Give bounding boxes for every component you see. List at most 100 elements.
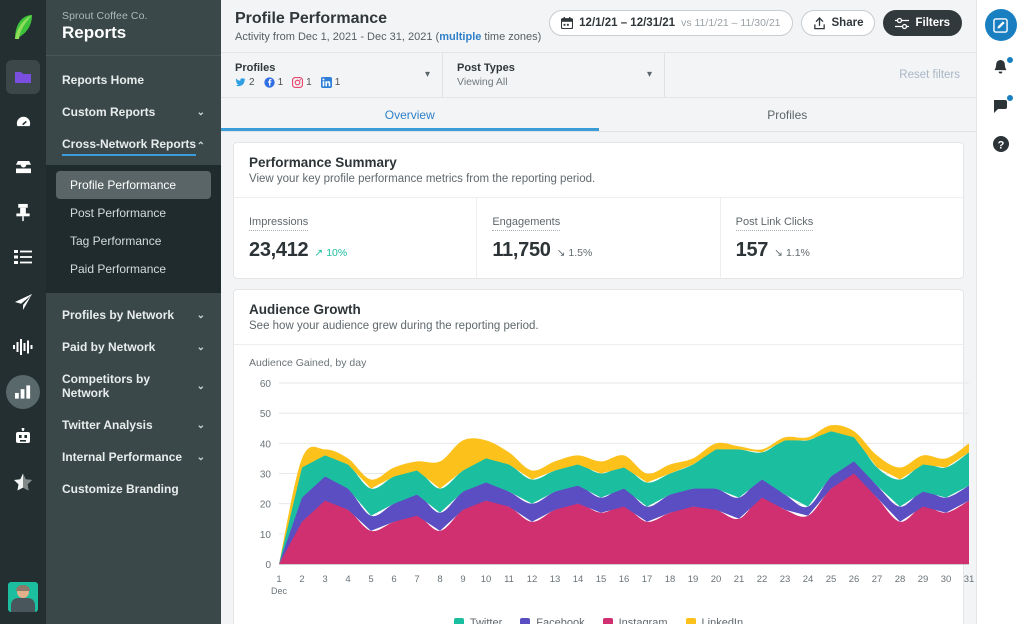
sidebar-item-paid-performance[interactable]: Paid Performance <box>56 255 211 283</box>
rail-item-dashboard[interactable] <box>6 105 40 139</box>
svg-text:40: 40 <box>260 439 272 450</box>
chevron-down-icon: ▾ <box>646 69 652 80</box>
svg-text:29: 29 <box>918 574 929 585</box>
filters-button[interactable]: Filters <box>883 10 962 36</box>
svg-text:8: 8 <box>437 574 442 585</box>
help-button[interactable]: ? <box>990 133 1012 155</box>
rail-item-publishing[interactable] <box>6 195 40 229</box>
sidebar-item-competitors-by-network[interactable]: Competitors by Network ⌄ <box>46 363 221 409</box>
tab-overview[interactable]: Overview <box>221 98 599 131</box>
instagram-icon <box>292 77 304 88</box>
report-scroll-area[interactable]: Performance Summary View your key profil… <box>221 132 976 624</box>
sidebar-item-reports-home[interactable]: Reports Home <box>46 64 221 96</box>
bar-chart-icon <box>14 385 30 399</box>
svg-text:6: 6 <box>391 574 396 585</box>
chevron-down-icon: ⌄ <box>196 380 205 392</box>
trend-down-arrow-icon: ↘ <box>556 247 566 259</box>
message-badge <box>1005 94 1014 102</box>
sidebar-item-custom-reports[interactable]: Custom Reports ⌄ <box>46 96 221 128</box>
post-types-filter[interactable]: Post Types Viewing All ▾ <box>443 53 665 97</box>
share-button[interactable]: Share <box>800 10 876 36</box>
metric-delta: ↘ 1.1% <box>774 247 810 259</box>
svg-text:2: 2 <box>299 574 304 585</box>
rail-item-inbox[interactable] <box>6 150 40 184</box>
sidebar-item-label: Competitors by Network <box>62 372 151 400</box>
rail-item-listening[interactable] <box>6 330 40 364</box>
card-title: Performance Summary <box>249 155 397 170</box>
date-range-button[interactable]: 12/1/21 – 12/31/21 vs 11/1/21 – 11/30/21 <box>549 10 793 36</box>
folder-icon <box>15 72 31 83</box>
svg-text:20: 20 <box>260 500 272 511</box>
sidebar-item-customize-branding[interactable]: Customize Branding <box>46 473 221 505</box>
metric-label[interactable]: Engagements <box>492 216 561 231</box>
sidebar-subnav: Profile Performance Post Performance Tag… <box>46 165 221 293</box>
tab-profiles[interactable]: Profiles <box>599 98 977 131</box>
legend-item-instagram[interactable]: Instagram <box>602 617 668 624</box>
audience-growth-header: Audience Growth See how your audience gr… <box>234 290 963 345</box>
svg-text:3: 3 <box>322 574 327 585</box>
performance-summary-card: Performance Summary View your key profil… <box>233 142 964 279</box>
metric-label[interactable]: Post Link Clicks <box>735 216 814 231</box>
chevron-down-icon: ▾ <box>424 69 430 80</box>
trend-down-arrow-icon: ↘ <box>774 247 783 259</box>
sidebar-item-profile-performance[interactable]: Profile Performance <box>56 171 211 199</box>
sidebar-item-cross-network-reports[interactable]: Cross-Network Reports ⌃ <box>46 128 221 165</box>
date-compare-value: vs 11/1/21 – 11/30/21 <box>681 17 781 29</box>
metric-label[interactable]: Impressions <box>249 216 309 231</box>
profile-count-linkedin: 1 <box>320 77 341 88</box>
messages-button[interactable] <box>990 94 1014 117</box>
svg-text:25: 25 <box>826 574 837 585</box>
rail-item-folder[interactable] <box>6 60 40 94</box>
legend-item-twitter[interactable]: Twitter <box>453 617 502 624</box>
legend-swatch <box>602 618 613 624</box>
sidebar-item-label: Reports Home <box>62 73 145 87</box>
sidebar-item-label: Custom Reports <box>62 105 156 119</box>
sidebar-item-paid-by-network[interactable]: Paid by Network ⌄ <box>46 331 221 363</box>
metric-value: 11,750 <box>492 239 551 261</box>
compose-button[interactable] <box>984 9 1017 41</box>
notification-badge <box>1005 56 1014 64</box>
profiles-filter[interactable]: Profiles 2 1 1 1 ▾ <box>221 53 443 97</box>
sidebar-item-label: Internal Performance <box>62 450 183 464</box>
audience-growth-chart[interactable]: 01020304050601 2 3 4 5 6 7 8 9 10 11 12 13 14 15 16 17 18… <box>249 375 975 600</box>
audience-chart-wrap: Audience Gained, by day 0 10 20 30 40 50 60 1 2 3… <box>234 345 974 611</box>
rail-item-reviews[interactable] <box>6 465 40 499</box>
subtitle-pre: Activity from Dec 1, 2021 - Dec 31, 2021… <box>235 31 440 43</box>
count-value: 1 <box>334 77 341 88</box>
sidebar-item-post-performance[interactable]: Post Performance <box>56 199 211 227</box>
legend-label: LinkedIn <box>701 617 744 624</box>
legend-item-linkedin[interactable]: LinkedIn <box>685 617 744 624</box>
date-range-value: 12/1/21 – 12/31/21 <box>579 17 676 29</box>
svg-text:14: 14 <box>573 574 584 585</box>
chevron-up-icon: ⌃ <box>196 141 205 152</box>
pin-icon <box>16 203 30 221</box>
chevron-down-icon: ⌄ <box>196 106 205 118</box>
sidebar-item-internal-performance[interactable]: Internal Performance ⌄ <box>46 441 221 473</box>
svg-text:15: 15 <box>596 574 607 585</box>
svg-text:19: 19 <box>688 574 699 585</box>
reset-filters-button[interactable]: Reset filters <box>899 53 976 97</box>
timezone-link[interactable]: multiple <box>439 31 481 43</box>
sidebar-item-label: Cross-Network Reports <box>62 137 197 156</box>
sidebar-item-tag-performance[interactable]: Tag Performance <box>56 227 211 255</box>
rail-item-reports[interactable] <box>6 375 40 409</box>
sidebar-item-twitter-analysis[interactable]: Twitter Analysis ⌄ <box>46 409 221 441</box>
metric-delta-value: 1.1% <box>785 247 810 259</box>
notifications-button[interactable] <box>990 56 1014 79</box>
metric-value: 157 <box>735 239 769 261</box>
sidebar-item-profiles-by-network[interactable]: Profiles by Network ⌄ <box>46 299 221 331</box>
rail-item-send[interactable] <box>6 285 40 319</box>
svg-text:5: 5 <box>368 574 373 585</box>
rail-item-bot[interactable] <box>6 420 40 454</box>
subtitle-post: time zones) <box>481 31 542 43</box>
trend-up-arrow-icon: ↗ <box>314 247 324 259</box>
legend-item-facebook[interactable]: Facebook <box>520 617 585 624</box>
user-avatar[interactable] <box>8 582 38 612</box>
audience-growth-card: Audience Growth See how your audience gr… <box>233 289 974 624</box>
rail-item-tasks[interactable] <box>6 240 40 274</box>
svg-text:17: 17 <box>642 574 653 585</box>
metric-engagements: Engagements 11,750 ↘ 1.5% <box>477 198 721 278</box>
svg-text:12: 12 <box>527 574 538 585</box>
svg-text:21: 21 <box>734 574 745 585</box>
filter-bar: Profiles 2 1 1 1 ▾ Post Types Viewing Al… <box>221 53 976 98</box>
